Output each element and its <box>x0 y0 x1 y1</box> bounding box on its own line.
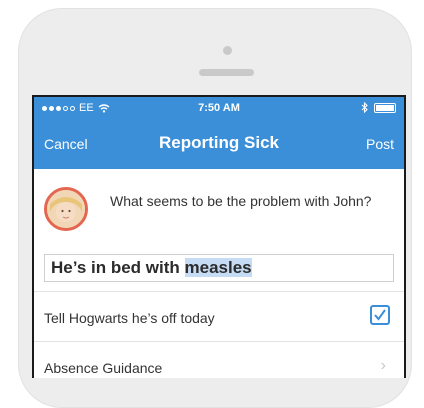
page-title: Reporting Sick <box>159 133 279 152</box>
camera-icon <box>223 46 232 55</box>
tell-school-row[interactable]: Tell Hogwarts he’s off today <box>34 291 404 342</box>
speaker-grille <box>199 69 254 76</box>
bluetooth-icon <box>361 102 368 113</box>
avatar <box>44 187 88 231</box>
problem-input[interactable]: He’s in bed with measles <box>44 254 394 282</box>
tell-school-checkbox[interactable] <box>370 305 390 325</box>
tell-school-label: Tell Hogwarts he’s off today <box>44 310 215 326</box>
question-row: What seems to be the problem with John? <box>44 187 394 237</box>
selected-text: measles <box>184 258 252 277</box>
nav-bar: Cancel Reporting Sick Post <box>34 127 404 163</box>
post-button[interactable]: Post <box>366 136 394 152</box>
problem-input-text: He’s in bed with <box>51 258 185 277</box>
phone-screen: EE 7:50 AM Cancel Reporting Sick Post Wh… <box>32 95 406 378</box>
header-bar: EE 7:50 AM Cancel Reporting Sick Post <box>34 97 404 169</box>
absence-guidance-label: Absence Guidance <box>44 360 163 376</box>
status-right <box>361 102 396 113</box>
status-time: 7:50 AM <box>198 102 240 114</box>
child-photo-icon <box>47 190 85 228</box>
checkmark-icon <box>374 309 386 321</box>
chevron-right-icon: › <box>380 357 386 374</box>
question-text: What seems to be the problem with John? <box>110 193 372 209</box>
status-bar: EE 7:50 AM <box>34 101 404 117</box>
absence-guidance-row[interactable]: Absence Guidance › <box>34 341 404 378</box>
battery-icon <box>374 102 396 113</box>
